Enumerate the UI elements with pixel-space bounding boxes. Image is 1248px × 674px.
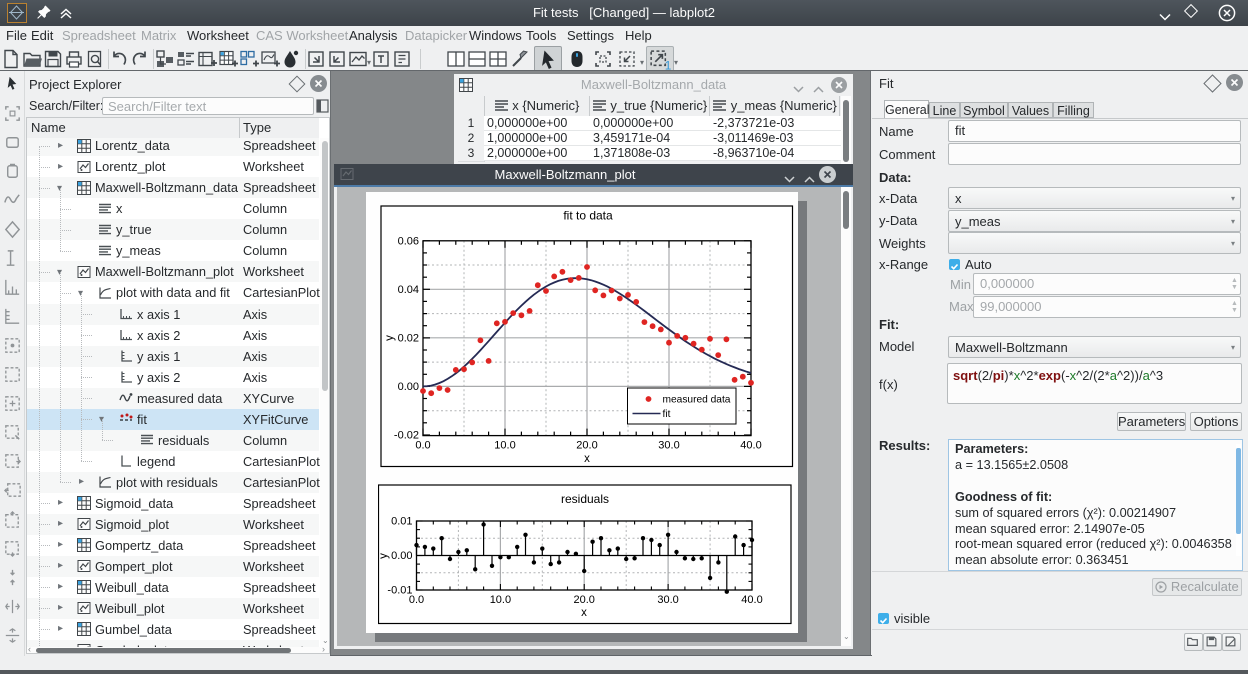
svg-text:40.0: 40.0 [741,594,762,606]
svg-text:20.0: 20.0 [573,594,594,606]
svg-text:measured data: measured data [662,395,730,406]
svg-text:0.04: 0.04 [398,284,419,296]
svg-text:x: x [581,607,587,619]
svg-text:0.06: 0.06 [398,235,419,247]
svg-text:30.0: 30.0 [658,440,679,452]
svg-text:30.0: 30.0 [657,594,678,606]
svg-text:fit: fit [662,409,670,420]
svg-text:y: y [384,335,396,341]
svg-text:x: x [584,453,590,465]
svg-text:10.0: 10.0 [494,440,515,452]
svg-text:fit to data: fit to data [563,209,613,223]
svg-text:0.00: 0.00 [398,381,419,393]
svg-text:residuals: residuals [561,492,609,506]
svg-text:10.0: 10.0 [490,594,511,606]
svg-text:0.0: 0.0 [415,440,430,452]
svg-text:0.0: 0.0 [409,594,424,606]
svg-text:0.01: 0.01 [391,516,412,528]
svg-text:0.02: 0.02 [398,332,419,344]
svg-text:40.0: 40.0 [740,440,761,452]
svg-text:0.00: 0.00 [391,550,412,562]
svg-text:20.0: 20.0 [576,440,597,452]
svg-text:y: y [378,553,390,559]
